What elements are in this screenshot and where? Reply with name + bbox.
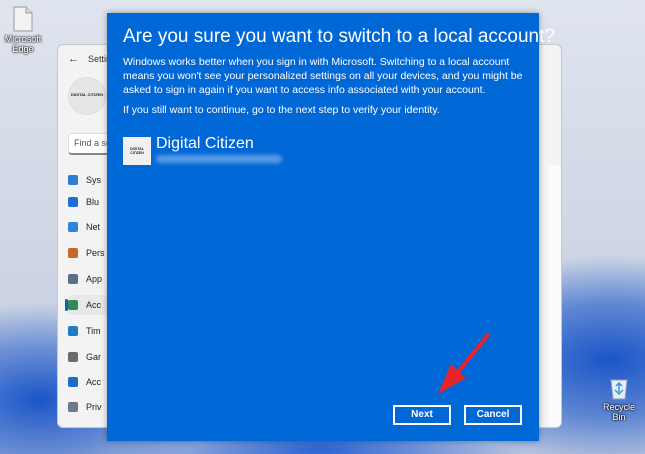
- annotation-arrow-icon: [438, 333, 490, 394]
